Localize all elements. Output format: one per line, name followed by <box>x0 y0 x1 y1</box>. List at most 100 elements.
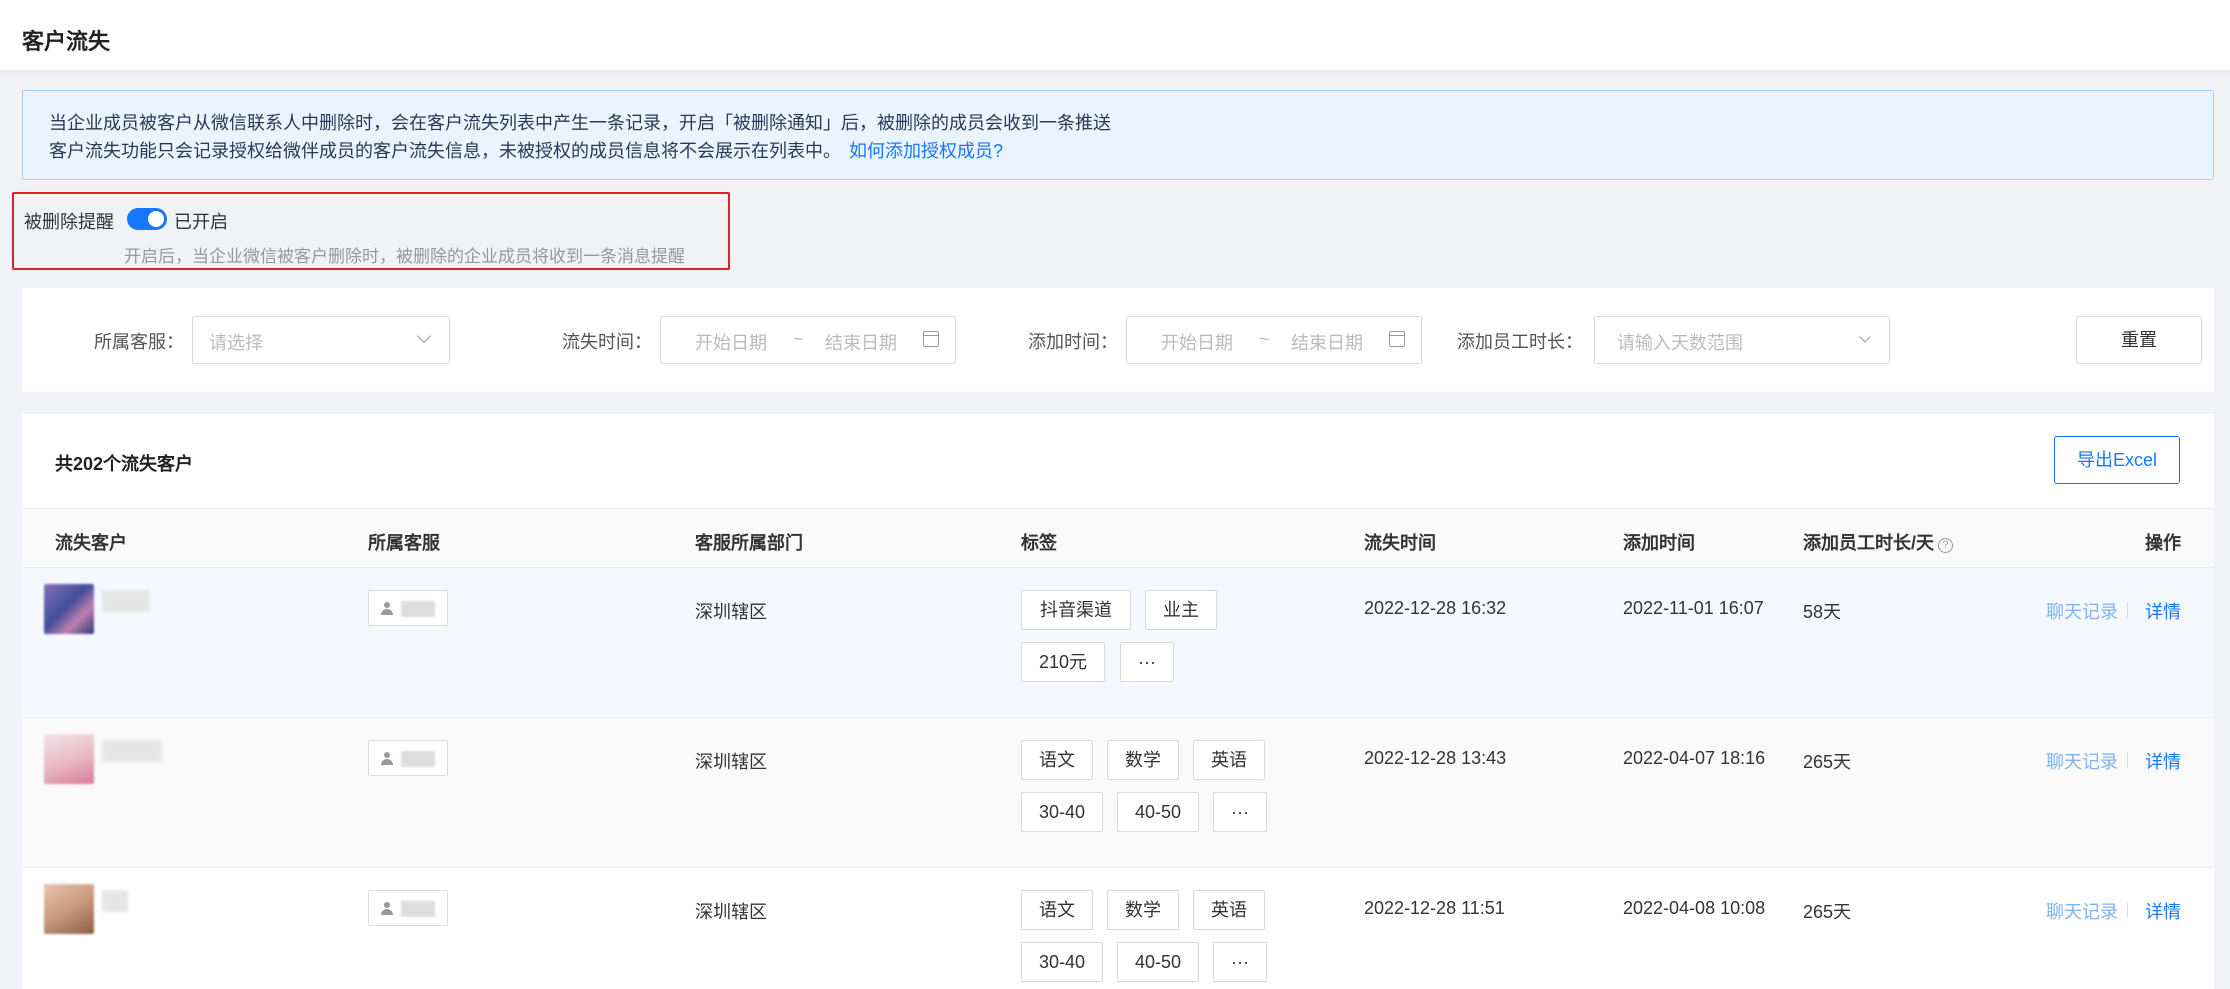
info-notice: 当企业成员被客户从微信联系人中删除时，会在客户流失列表中产生一条记录，开启「被删… <box>22 90 2214 180</box>
delete-reminder-toggle[interactable] <box>127 208 167 230</box>
toggle-knob <box>148 211 164 227</box>
notice-line-2: 客户流失功能只会记录授权给微伴成员的客户流失信息，未被授权的成员信息将不会展示在… <box>49 137 2187 165</box>
table-row: 深圳辖区 语文 数学 英语 30-40 40-50 ··· 2022-12-28… <box>22 868 2214 989</box>
cs-member-chip[interactable] <box>368 590 448 626</box>
dept-cell: 深圳辖区 <box>695 752 767 772</box>
calendar-icon <box>1389 331 1405 347</box>
lost-time-cell: 2022-12-28 16:32 <box>1364 598 1507 618</box>
tag: 30-40 <box>1021 792 1103 832</box>
col-duration-label: 添加员工时长/天 <box>1803 533 1935 553</box>
col-tags: 标签 <box>1021 533 1057 553</box>
user-icon <box>381 752 393 765</box>
range-separator: ~ <box>793 329 804 349</box>
lost-customer-count: 共202个流失客户 <box>55 454 194 474</box>
tag: 抖音渠道 <box>1021 590 1131 630</box>
tag: 英语 <box>1193 740 1265 780</box>
add-end-date[interactable]: 结束日期 <box>1291 329 1363 355</box>
tag: 语文 <box>1021 890 1093 930</box>
cs-name-blurred <box>401 601 435 617</box>
duration-cell: 265天 <box>1803 752 1852 772</box>
tag: 210元 <box>1021 642 1105 682</box>
chat-record-link[interactable]: 聊天记录 <box>2046 898 2118 924</box>
tag: 英语 <box>1193 890 1265 930</box>
col-duration: 添加员工时长/天? <box>1803 529 1954 555</box>
add-time-range-picker[interactable]: 开始日期 ~ 结束日期 <box>1126 316 1422 364</box>
help-icon[interactable]: ? <box>1938 538 1954 553</box>
more-tags-button[interactable]: ··· <box>1120 642 1174 682</box>
delete-reminder-label: 被删除提醒 <box>24 212 114 232</box>
table-header: 流失客户 所属客服 客服所属部门 标签 流失时间 添加时间 添加员工时长/天? … <box>22 508 2214 568</box>
cs-name-blurred <box>401 901 435 917</box>
tag: 数学 <box>1107 890 1179 930</box>
op-divider <box>2127 602 2128 618</box>
notice-line-1: 当企业成员被客户从微信联系人中删除时，会在客户流失列表中产生一条记录，开启「被删… <box>49 113 1111 133</box>
cs-member-chip[interactable] <box>368 890 448 926</box>
detail-link[interactable]: 详情 <box>2145 748 2181 774</box>
duration-filter-label: 添加员工时长： <box>1457 332 1583 352</box>
more-tags-button[interactable]: ··· <box>1213 942 1267 982</box>
duration-cell: 58天 <box>1803 602 1842 622</box>
lost-end-date[interactable]: 结束日期 <box>825 329 897 355</box>
calendar-icon <box>923 331 939 347</box>
avatar <box>44 584 94 634</box>
add-authorized-member-link[interactable]: 如何添加授权成员? <box>849 141 1003 161</box>
notice-line-2-text: 客户流失功能只会记录授权给微伴成员的客户流失信息，未被授权的成员信息将不会展示在… <box>49 141 841 161</box>
export-excel-button[interactable]: 导出Excel <box>2054 436 2180 484</box>
customer-name-blurred <box>102 740 162 762</box>
col-add-time: 添加时间 <box>1623 533 1695 553</box>
user-icon <box>381 902 393 915</box>
lost-time-range-picker[interactable]: 开始日期 ~ 结束日期 <box>660 316 956 364</box>
col-dept: 客服所属部门 <box>695 533 803 553</box>
chat-record-link[interactable]: 聊天记录 <box>2046 598 2118 624</box>
detail-link[interactable]: 详情 <box>2145 598 2181 624</box>
chevron-down-icon <box>416 328 432 344</box>
lost-time-cell: 2022-12-28 13:43 <box>1364 748 1507 768</box>
tag: 数学 <box>1107 740 1179 780</box>
col-lost-time: 流失时间 <box>1364 533 1436 553</box>
customer-name-blurred <box>102 890 128 912</box>
cs-member-chip[interactable] <box>368 740 448 776</box>
user-icon <box>381 602 393 615</box>
cs-filter-label: 所属客服： <box>94 332 184 352</box>
customer-avatar[interactable] <box>44 584 152 634</box>
duration-cell: 265天 <box>1803 902 1852 922</box>
lost-customer-table-panel: 共202个流失客户 导出Excel 流失客户 所属客服 客服所属部门 标签 流失… <box>22 414 2214 989</box>
add-time-cell: 2022-11-01 16:07 <box>1623 598 1764 618</box>
duration-range-input[interactable]: 请输入天数范围 <box>1594 316 1890 364</box>
delete-reminder-desc: 开启后，当企业微信被客户删除时，被删除的企业成员将收到一条消息提醒 <box>124 247 685 266</box>
dept-cell: 深圳辖区 <box>695 602 767 622</box>
table-row: 深圳辖区 语文 数学 英语 30-40 40-50 ··· 2022-12-28… <box>22 718 2214 868</box>
chat-record-link[interactable]: 聊天记录 <box>2046 748 2118 774</box>
op-divider <box>2127 752 2128 768</box>
avatar <box>44 734 94 784</box>
add-time-cell: 2022-04-08 10:08 <box>1623 898 1766 918</box>
tag: 语文 <box>1021 740 1093 780</box>
cs-select[interactable]: 请选择 <box>192 316 450 364</box>
tag: 40-50 <box>1117 942 1199 982</box>
col-cs: 所属客服 <box>368 533 440 553</box>
customer-avatar[interactable] <box>44 734 162 784</box>
tag: 40-50 <box>1117 792 1199 832</box>
add-time-label: 添加时间： <box>1028 332 1118 352</box>
chevron-down-icon <box>1859 331 1871 343</box>
tag: 业主 <box>1145 590 1217 630</box>
table-row: 深圳辖区 抖音渠道 业主 210元 ··· 2022-12-28 16:32 2… <box>22 568 2214 718</box>
reset-button[interactable]: 重置 <box>2076 316 2202 364</box>
lost-time-label: 流失时间： <box>562 332 652 352</box>
customer-avatar[interactable] <box>44 884 152 934</box>
range-separator: ~ <box>1259 329 1270 349</box>
lost-start-date[interactable]: 开始日期 <box>695 329 767 355</box>
more-tags-button[interactable]: ··· <box>1213 792 1267 832</box>
cs-name-blurred <box>401 751 435 767</box>
op-divider <box>2127 902 2128 918</box>
delete-reminder-section: 被删除提醒 已开启 开启后，当企业微信被客户删除时，被删除的企业成员将收到一条消… <box>12 192 730 270</box>
detail-link[interactable]: 详情 <box>2145 898 2181 924</box>
filter-panel: 所属客服： 请选择 流失时间： 开始日期 ~ 结束日期 添加时间： 开始日期 ~… <box>22 288 2214 392</box>
add-start-date[interactable]: 开始日期 <box>1161 329 1233 355</box>
page-title: 客户流失 <box>22 29 111 54</box>
add-time-cell: 2022-04-07 18:16 <box>1623 748 1766 768</box>
avatar <box>44 884 94 934</box>
col-ops: 操作 <box>2145 533 2181 553</box>
dept-cell: 深圳辖区 <box>695 902 767 922</box>
delete-reminder-status: 已开启 <box>174 212 228 232</box>
